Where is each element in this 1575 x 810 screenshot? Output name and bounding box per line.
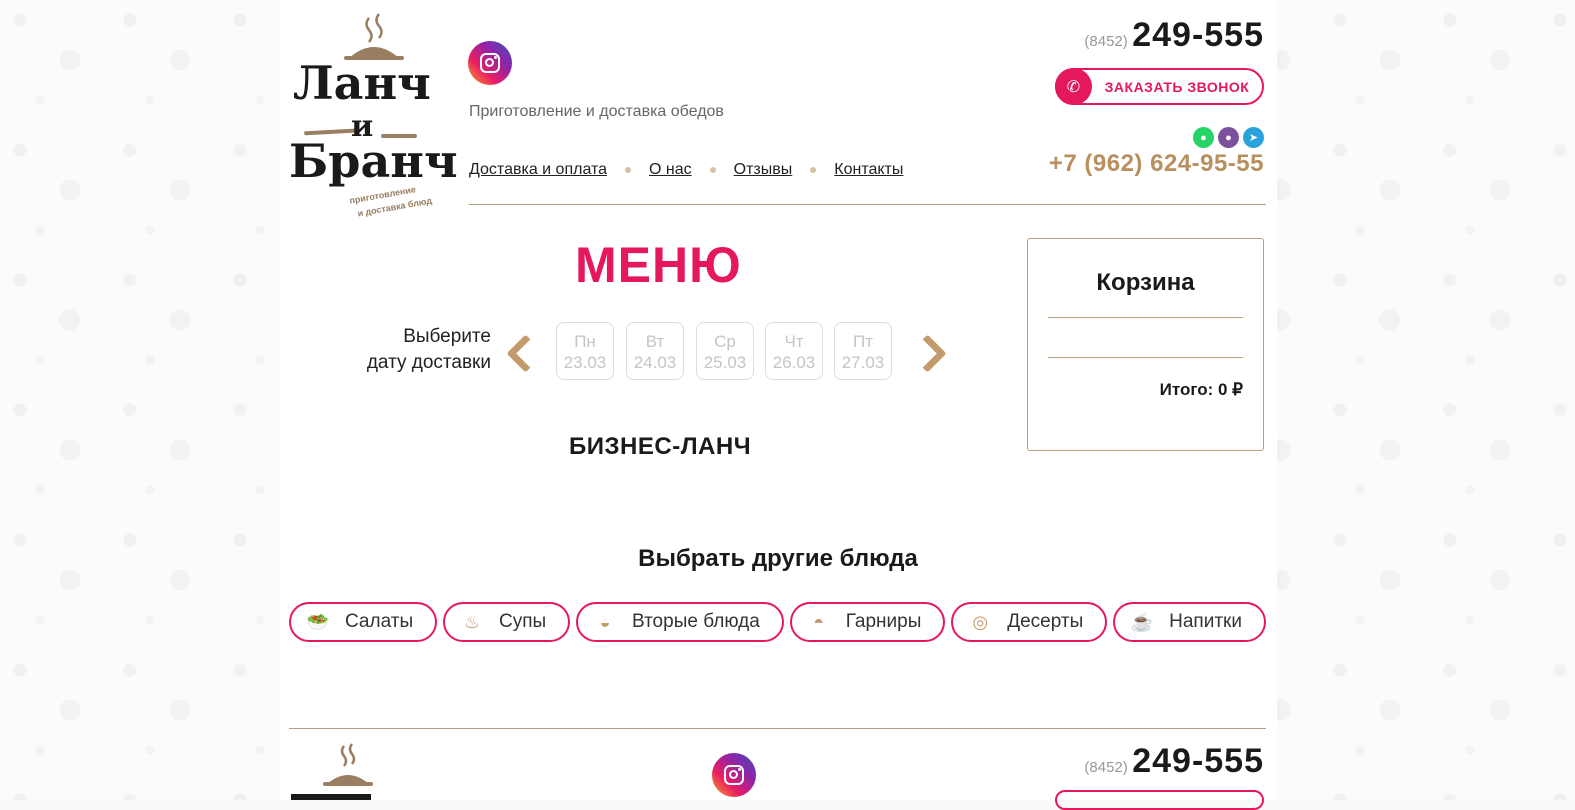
day-of-week: Чт: [784, 332, 804, 351]
phone-number: 249-555: [1132, 16, 1264, 54]
callback-button-label: ЗАКАЗАТЬ ЗВОНОК: [1104, 78, 1250, 95]
choose-date-label: Выберите дату доставки: [349, 324, 491, 376]
choose-date-line-1: Выберите: [403, 326, 491, 347]
garnish-icon: ◓: [813, 611, 825, 632]
category-label: Напитки: [1169, 611, 1242, 632]
phone-code: (8452): [1084, 33, 1128, 50]
mobile-phone[interactable]: +7 (962) 624-95-55: [1049, 150, 1264, 178]
other-dishes-title: Выбрать другие блюда: [638, 545, 918, 572]
tagline: Приготовление и доставка обедов: [469, 103, 724, 120]
callback-button[interactable]: ✆ ЗАКАЗАТЬ ЗВОНОК: [1055, 68, 1264, 105]
section-title: БИЗНЕС-ЛАНЧ: [569, 433, 752, 460]
day-date: 24.03: [633, 353, 677, 372]
footer-instagram-icon[interactable]: [712, 753, 756, 797]
logo[interactable]: Ланч и Бранч приготовление и доставка бл…: [289, 8, 458, 218]
category-salads[interactable]: 🥗 Салаты: [289, 602, 438, 642]
dessert-icon: ◎: [972, 611, 989, 632]
page-container: Ланч и Бранч приготовление и доставка бл…: [279, 0, 1277, 810]
day-date: 25.03: [703, 353, 747, 372]
category-main-dishes[interactable]: ◒ Вторые блюда: [576, 602, 784, 642]
drinks-icon: ☕: [1130, 611, 1154, 632]
telegram-icon[interactable]: ➤: [1243, 127, 1264, 148]
logo-line-1: Ланч: [293, 56, 431, 110]
category-list: 🥗 Салаты ♨ Супы ◒ Вторые блюда ◓ Гарниры…: [289, 602, 1266, 642]
day-of-week: Пн: [574, 332, 596, 351]
salad-icon: 🥗: [306, 611, 330, 632]
nav-separator: [810, 167, 817, 173]
cart-divider: [1048, 317, 1243, 318]
category-label: Десерты: [1007, 611, 1084, 632]
day-of-week: Ср: [714, 332, 736, 351]
nav-about[interactable]: О нас: [649, 161, 692, 179]
day-date: 23.03: [563, 353, 607, 372]
category-garnish[interactable]: ◓ Гарниры: [789, 602, 946, 642]
messengers: ● ● ➤: [1193, 127, 1264, 148]
date-tue[interactable]: Вт 24.03: [626, 322, 684, 380]
soup-icon: ♨: [463, 611, 481, 632]
main-nav: Доставка и оплата О нас Отзывы Контакты: [469, 161, 903, 179]
nav-separator: [625, 167, 632, 173]
footer-logo-icon[interactable]: [289, 740, 399, 800]
date-fri[interactable]: Пт 27.03: [834, 322, 892, 380]
day-date: 27.03: [841, 353, 885, 372]
nav-contacts[interactable]: Контакты: [834, 161, 903, 179]
day-of-week: Вт: [645, 332, 665, 351]
footer-callback-button[interactable]: [1055, 790, 1264, 810]
date-wed[interactable]: Ср 25.03: [696, 322, 754, 380]
cart-divider: [1048, 357, 1243, 358]
category-desserts[interactable]: ◎ Десерты: [951, 602, 1108, 642]
footer-phone-code: (8452): [1084, 759, 1128, 776]
next-date-arrow-icon[interactable]: [908, 334, 947, 373]
footer-divider: [289, 728, 1266, 729]
whatsapp-icon[interactable]: ●: [1193, 127, 1214, 148]
phone-block[interactable]: (8452) 249-555: [1084, 16, 1264, 55]
cart-total: Итого: 0 ₽: [1159, 380, 1243, 399]
category-drinks[interactable]: ☕ Напитки: [1113, 602, 1266, 642]
day-of-week: Пт: [852, 332, 873, 351]
choose-date-line-2: дату доставки: [366, 352, 491, 373]
category-label: Гарниры: [845, 611, 922, 632]
category-soups[interactable]: ♨ Супы: [442, 602, 571, 642]
nav-reviews[interactable]: Отзывы: [734, 161, 793, 179]
instagram-icon[interactable]: [468, 41, 512, 85]
date-thu[interactable]: Чт 26.03: [765, 322, 823, 380]
logo-line-3: Бранч: [289, 134, 458, 188]
nav-delivery[interactable]: Доставка и оплата: [469, 161, 607, 179]
cart-title: Корзина: [1096, 269, 1195, 296]
cart-panel: Корзина Итого: 0 ₽: [1027, 238, 1264, 451]
nav-separator: [709, 167, 716, 173]
viber-icon[interactable]: ●: [1218, 127, 1239, 148]
footer-phone-number: 249-555: [1132, 742, 1264, 780]
category-label: Вторые блюда: [632, 611, 760, 632]
header-divider: [469, 204, 1266, 205]
footer-phone-block[interactable]: (8452) 249-555: [1084, 742, 1264, 781]
date-mon[interactable]: Пн 23.03: [556, 322, 614, 380]
category-label: Супы: [498, 611, 547, 632]
prev-date-arrow-icon[interactable]: [506, 334, 545, 373]
day-date: 26.03: [772, 353, 816, 372]
main-dish-icon: ◒: [599, 611, 611, 632]
menu-title: МЕНЮ: [575, 237, 742, 293]
category-label: Салаты: [345, 611, 414, 632]
phone-icon: ✆: [1055, 68, 1092, 105]
